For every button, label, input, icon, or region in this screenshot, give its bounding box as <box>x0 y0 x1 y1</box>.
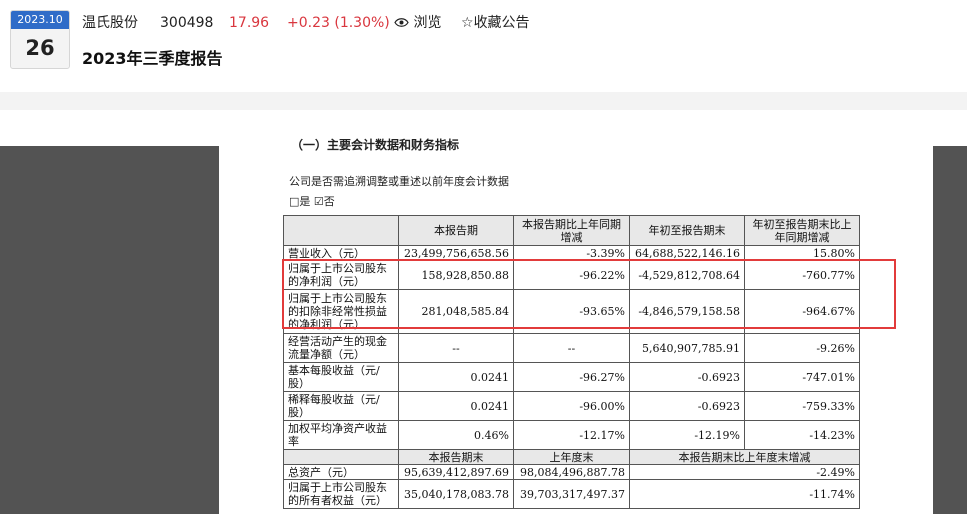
header-cell: 上年度末 <box>513 449 630 465</box>
company-name[interactable]: 温氏股份 <box>82 13 138 33</box>
stock-code: 300498 <box>160 15 214 31</box>
table-cell: 0.0241 <box>398 362 514 392</box>
announcement-header: 2023.10 26 温氏股份 300498 17.96 +0.23 (1.30… <box>0 0 967 92</box>
favorite-button[interactable]: ☆收藏公告 <box>461 13 530 33</box>
highlight-box <box>282 259 896 329</box>
row-label: 总资产（元） <box>283 464 399 480</box>
table-cell: 5,640,907,785.91 <box>629 333 745 363</box>
table-row: 经营活动产生的现金流量净额（元） -- -- 5,640,907,785.91 … <box>283 333 860 363</box>
restatement-question: 公司是否需追溯调整或重述以前年度会计数据 <box>289 175 509 188</box>
row-label: 加权平均净资产收益率 <box>283 420 399 450</box>
table-cell: -- <box>398 333 514 363</box>
table-cell: -11.74% <box>629 479 860 509</box>
stock-price: 17.96 <box>229 15 270 31</box>
table-cell: 0.0241 <box>398 391 514 421</box>
section-heading: （一）主要会计数据和财务指标 <box>291 138 460 152</box>
table-cell: -0.6923 <box>629 391 745 421</box>
favorite-label: 收藏公告 <box>473 15 530 31</box>
table-row: 稀释每股收益（元/股） 0.0241 -96.00% -0.6923 -759.… <box>283 391 860 421</box>
table-cell: -12.19% <box>629 420 745 450</box>
header-cell <box>283 449 399 465</box>
restatement-answer: □是 ☑否 <box>289 195 335 208</box>
table-cell: -96.00% <box>513 391 630 421</box>
date-day: 26 <box>25 36 55 60</box>
table-cell: 95,639,412,897.69 <box>398 464 514 480</box>
table-cell: 39,703,317,497.37 <box>513 479 630 509</box>
table-row: 总资产（元） 95,639,412,897.69 98,084,496,887.… <box>283 464 860 480</box>
divider-band <box>0 92 967 110</box>
view-button[interactable]: 浏览 <box>394 13 441 33</box>
header-cell: 年初至报告期末比上年同期增减 <box>744 215 860 246</box>
date-badge: 2023.10 26 <box>10 10 70 69</box>
header-cell: 本报告期末比上年度末增减 <box>629 449 860 465</box>
row-label: 归属于上市公司股东的所有者权益（元） <box>283 479 399 509</box>
table-header-row: 本报告期 本报告期比上年同期增减 年初至报告期末 年初至报告期末比上年同期增减 <box>283 215 860 246</box>
table-row: 加权平均净资产收益率 0.46% -12.17% -12.19% -14.23% <box>283 420 860 450</box>
star-icon: ☆ <box>461 15 474 31</box>
table-cell: -96.27% <box>513 362 630 392</box>
table-cell: -14.23% <box>744 420 860 450</box>
table-cell: -12.17% <box>513 420 630 450</box>
eye-icon <box>394 18 409 27</box>
header-cell: 年初至报告期末 <box>629 215 745 246</box>
table-cell: -747.01% <box>744 362 860 392</box>
table-cell: -2.49% <box>629 464 860 480</box>
row-label: 基本每股收益（元/股） <box>283 362 399 392</box>
date-month: 2023.10 <box>11 11 69 29</box>
page-title: 2023年三季度报告 <box>82 49 223 68</box>
header-cell <box>283 215 399 246</box>
table-cell: -9.26% <box>744 333 860 363</box>
table-cell: -0.6923 <box>629 362 745 392</box>
row-label: 经营活动产生的现金流量净额（元） <box>283 333 399 363</box>
header-cell: 本报告期末 <box>398 449 514 465</box>
table-cell: 35,040,178,083.78 <box>398 479 514 509</box>
price-change: +0.23 (1.30%) <box>287 15 390 31</box>
table-cell: 0.46% <box>398 420 514 450</box>
table-cell: -- <box>513 333 630 363</box>
table-cell: -759.33% <box>744 391 860 421</box>
row-label: 稀释每股收益（元/股） <box>283 391 399 421</box>
header-cell: 本报告期 <box>398 215 514 246</box>
header-cell: 本报告期比上年同期增减 <box>513 215 630 246</box>
view-label: 浏览 <box>413 15 442 31</box>
table-header-row: 本报告期末 上年度末 本报告期末比上年度末增减 <box>283 449 860 465</box>
table-cell: 98,084,496,887.78 <box>513 464 630 480</box>
table-row: 归属于上市公司股东的所有者权益（元） 35,040,178,083.78 39,… <box>283 479 860 509</box>
table-row: 基本每股收益（元/股） 0.0241 -96.27% -0.6923 -747.… <box>283 362 860 392</box>
